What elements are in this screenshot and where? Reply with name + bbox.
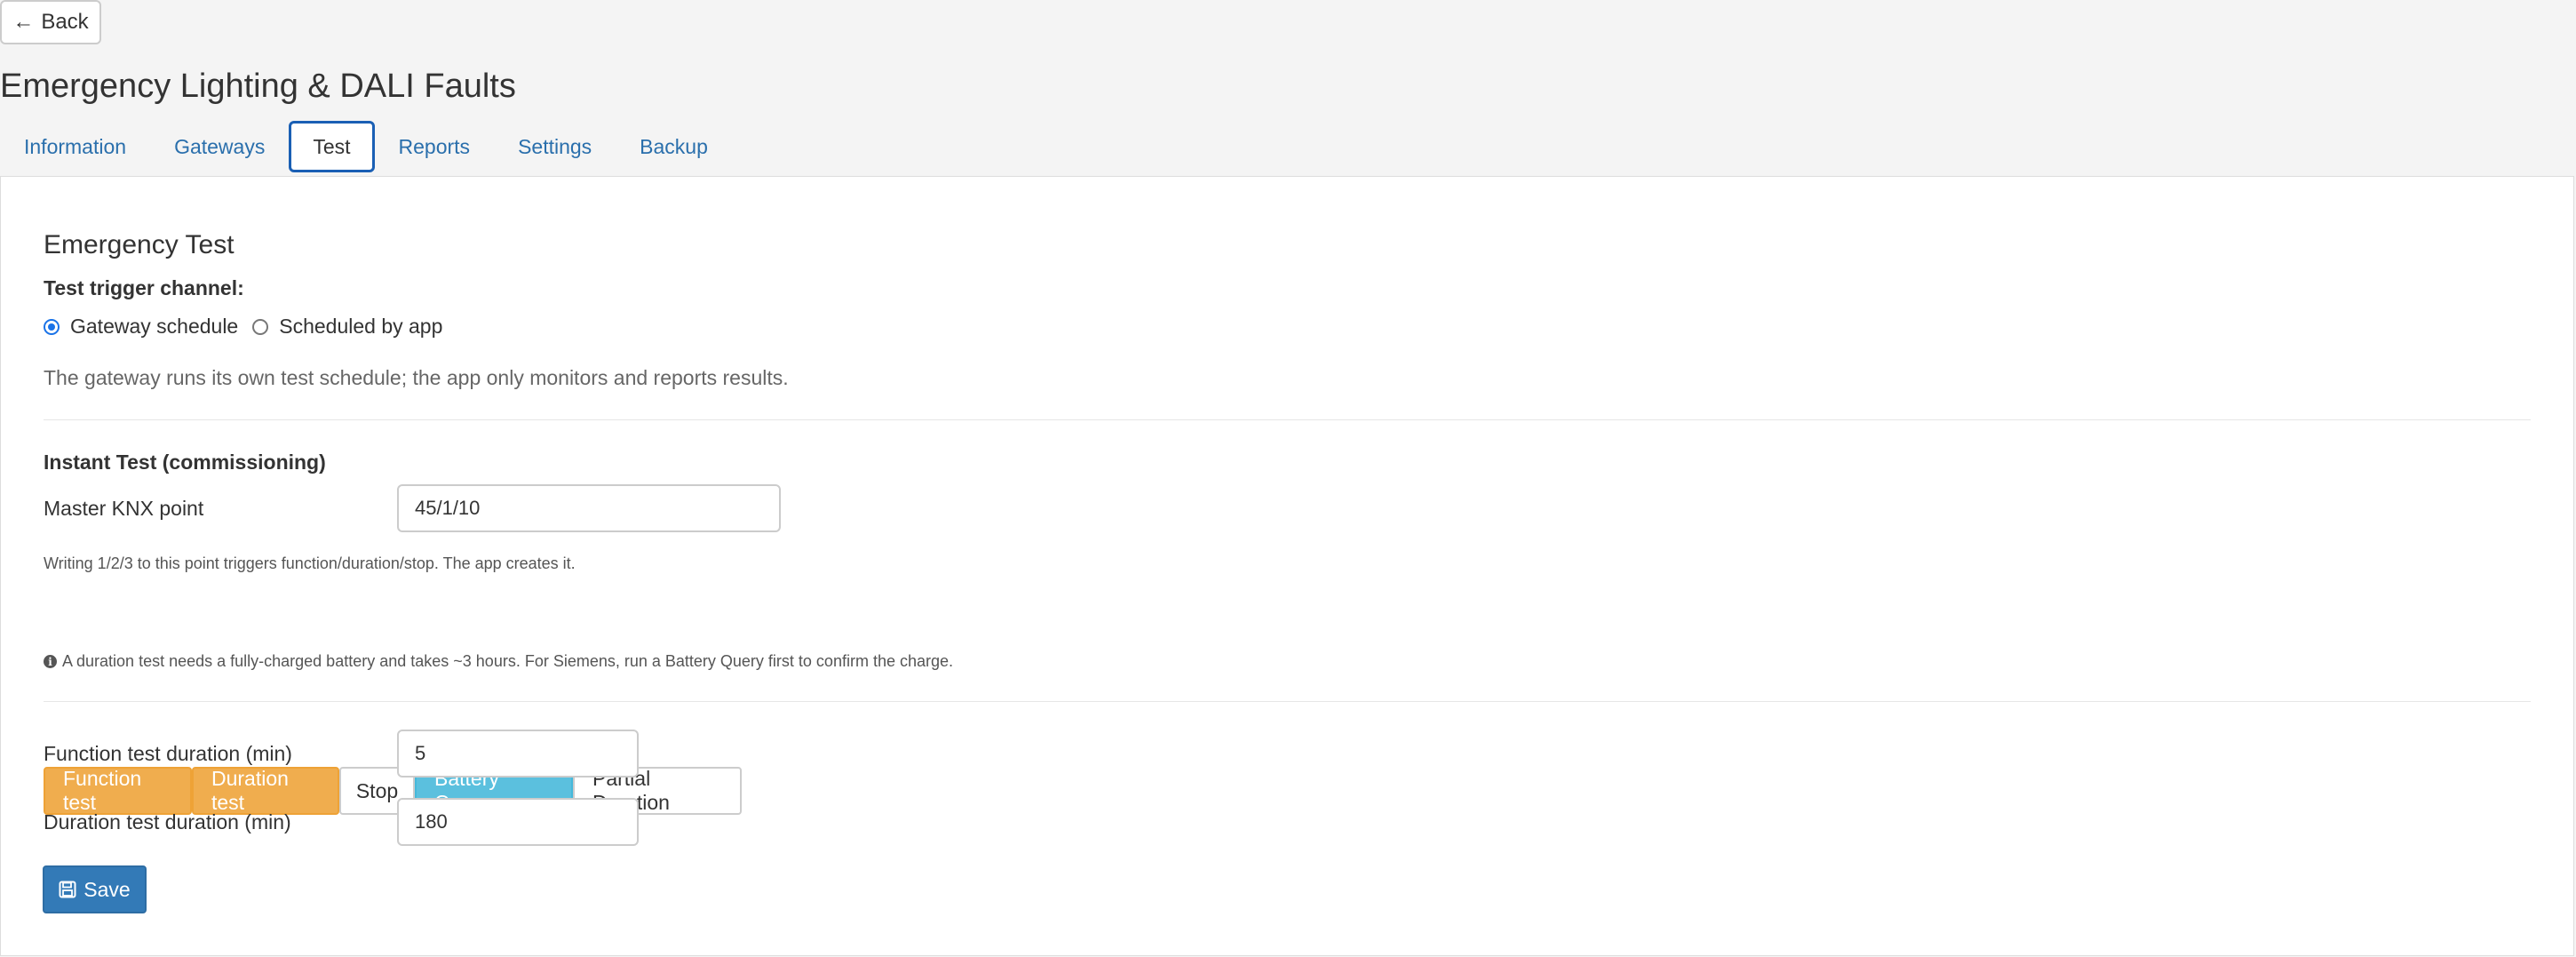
info-circle-icon: i [44,655,57,668]
function-duration-label: Function test duration (min) [44,742,292,765]
divider [44,701,2531,702]
test-panel: Emergency Test Test trigger channel: Gat… [0,176,2574,956]
master-knx-input[interactable]: 45/1/10 [397,484,781,532]
page-title: Emergency Lighting & DALI Faults [0,68,516,105]
function-test-button[interactable]: Function test [44,767,192,815]
arrow-left-icon: ← [12,10,35,34]
save-button-label: Save [83,877,131,901]
trigger-channel-label: Test trigger channel: [44,276,244,299]
duration-duration-label: Duration test duration (min) [44,810,291,833]
tab-information[interactable]: Information [0,121,150,172]
floppy-disk-icon [59,881,76,898]
back-button[interactable]: ← Back [0,0,101,44]
function-duration-input[interactable]: 5 [397,730,639,778]
tab-settings[interactable]: Settings [494,121,616,172]
scheduled-by-app-radio[interactable] [252,318,269,335]
duration-test-note-text: A duration test needs a fully-charged ba… [62,652,954,670]
instant-test-heading: Instant Test (commissioning) [44,451,326,474]
duration-test-button[interactable]: Duration test [192,767,339,815]
back-button-label: Back [41,10,89,34]
master-knx-help: Writing 1/2/3 to this point triggers fun… [44,554,576,572]
duration-duration-input[interactable]: 180 [397,798,639,846]
divider [44,419,2531,420]
save-button[interactable]: Save [43,865,147,913]
gateway-schedule-label: Gateway schedule [70,315,239,338]
tab-gateways[interactable]: Gateways [150,121,289,172]
trigger-channel-help: The gateway runs its own test schedule; … [44,366,789,389]
tab-bar: Information Gateways Test Reports Settin… [0,121,732,174]
emergency-test-heading: Emergency Test [44,230,235,259]
tab-backup[interactable]: Backup [616,121,732,172]
trigger-channel-options: Gateway schedule Scheduled by app [44,315,442,339]
master-knx-label: Master KNX point [44,497,204,520]
gateway-schedule-radio[interactable] [44,318,60,335]
duration-test-note: i A duration test needs a fully-charged … [44,652,953,671]
tab-reports[interactable]: Reports [375,121,495,172]
tab-test[interactable]: Test [289,121,375,172]
scheduled-by-app-label: Scheduled by app [279,315,443,338]
